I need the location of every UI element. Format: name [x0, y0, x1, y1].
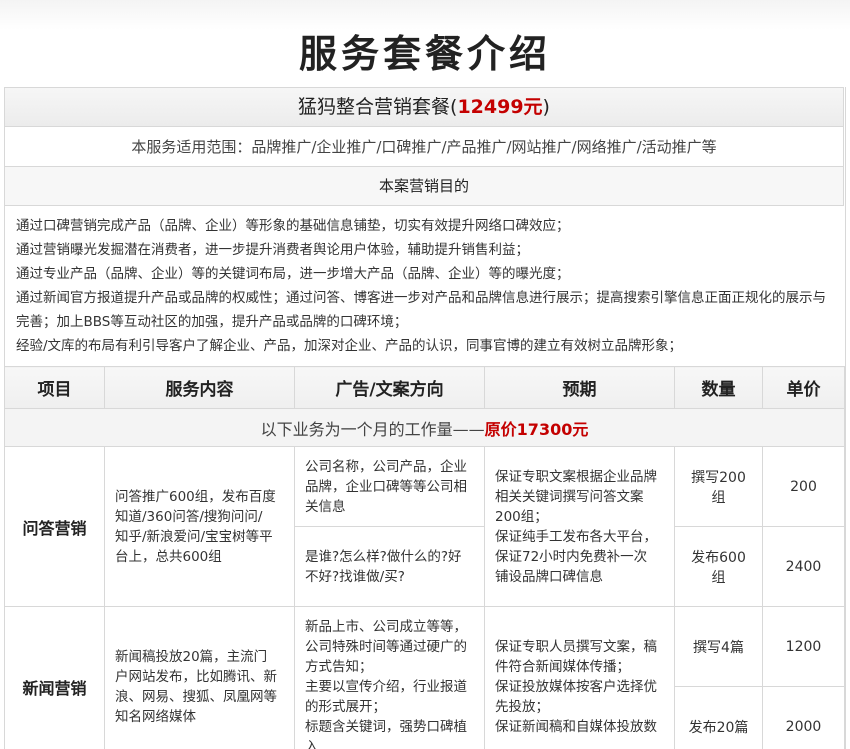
purpose-heading: 本案营销目的 [4, 167, 844, 206]
news-direction-line: 方式告知； [305, 658, 373, 675]
qa-direction-line: 公司名称，公司产品，企业 [305, 458, 467, 475]
page-title: 服务套餐介绍 [298, 32, 551, 76]
news-quantity-1: 撰写4篇 [674, 606, 763, 687]
news-content-line: 新闻稿投放20篇，主流门 [115, 648, 268, 665]
month-note-text: 以下业务为一个月的工作量—— [260, 419, 485, 439]
news-content-line: 户网站发布，比如腾讯、新 [115, 668, 277, 685]
header-unit-price: 单价 [762, 366, 845, 409]
news-expectation: 保证专职人员撰写文案，稿 件符合新闻媒体传播； 保证投放媒体按客户选择优 先投放… [484, 606, 675, 749]
month-note-row: 以下业务为一个月的工作量——原价17300元 [4, 408, 845, 447]
table-header-row: 项目 服务内容 广告/文案方向 预期 数量 单价 [4, 366, 845, 409]
news-content: 新闻稿投放20篇，主流门 户网站发布，比如腾讯、新 浪、网易、搜狐、凤凰网等 知… [104, 606, 295, 749]
qa-expectation-line: 铺设品牌口碑信息 [495, 568, 603, 585]
qa-direction-line: 不好?找谁做/买? [305, 568, 405, 585]
qa-direction-line: 是谁?怎么样?做什么的?好 [305, 548, 462, 565]
qa-direction-2: 是谁?怎么样?做什么的?好 不好?找谁做/买? [294, 526, 485, 607]
qa-direction-line: 关信息 [305, 498, 346, 515]
table-row: 问答营销 问答推广600组，发布百度 知道/360问答/搜狗问问/ 知乎/新浪爱… [4, 446, 845, 607]
qa-content-line: 知乎/新浪爱问/宝宝树等平 [115, 528, 273, 545]
package-title-row: 猛犸整合营销套餐(12499元) [4, 87, 844, 127]
qa-expectation-line: 保证专职文案根据企业品牌 [495, 468, 657, 485]
news-content-line: 知名网络媒体 [115, 708, 196, 725]
news-expectation-line: 保证专职人员撰写文案，稿 [495, 638, 657, 655]
qa-expectation-line: 相关关键词撰写问答文案 [495, 488, 644, 505]
qa-category: 问答营销 [4, 446, 105, 607]
qa-content-line: 台上，总共600组 [115, 548, 222, 565]
package-name-prefix: 猛犸整合营销套餐( [298, 96, 458, 118]
qa-direction-line: 品牌，企业口碑等等公司相 [305, 478, 467, 495]
news-price-2: 2000 [762, 686, 845, 749]
qa-expectation: 保证专职文案根据企业品牌 相关关键词撰写问答文案 200组； 保证纯手工发布各大… [484, 446, 675, 607]
package-name-suffix: ) [542, 96, 550, 118]
news-expectation-line: 先投放； [495, 698, 549, 715]
qa-direction-1: 公司名称，公司产品，企业 品牌，企业口碑等等公司相 关信息 [294, 446, 485, 527]
news-direction-line: 新品上市、公司成立等等， [305, 618, 467, 635]
qa-quantity-1: 撰写200组 [674, 446, 763, 527]
news-direction-line: 的形式展开； [305, 698, 386, 715]
news-direction: 新品上市、公司成立等等， 公司特殊时间等通过硬广的 方式告知； 主要以宣传介绍，… [294, 606, 485, 749]
header-item: 项目 [4, 366, 105, 409]
original-price: 原价17300元 [484, 419, 589, 439]
service-table: 项目 服务内容 广告/文案方向 预期 数量 单价 以下业务为一个月的工作量——原… [4, 366, 845, 749]
news-direction-line: 公司特殊时间等通过硬广的 [305, 638, 467, 655]
news-direction-line: 入 [305, 738, 319, 749]
qa-expectation-line: 保证72小时内免费补一次 [495, 548, 648, 565]
news-content-line: 浪、网易、搜狐、凤凰网等 [115, 688, 277, 705]
service-package-page: 服务套餐介绍 猛犸整合营销套餐(12499元) 本服务适用范围：品牌推广/企业推… [0, 0, 850, 749]
qa-quantity-2: 发布600组 [674, 526, 763, 607]
package-price: 12499元 [457, 96, 543, 118]
qa-price-1: 200 [762, 446, 845, 527]
qa-expectation-line: 保证纯手工发布各大平台， [495, 528, 657, 545]
qa-content-line: 知道/360问答/搜狗问问/ [115, 508, 263, 525]
goal-item: 通过口碑营销完成产品（品牌、企业）等形象的基础信息铺垫，切实有效提升网络口碑效应… [16, 218, 570, 234]
news-direction-line: 主要以宣传介绍，行业报道 [305, 678, 467, 695]
goal-item: 通过专业产品（品牌、企业）等的关键词布局，进一步增大产品（品牌、企业）等的曝光度… [16, 266, 570, 282]
header-expectation: 预期 [484, 366, 675, 409]
qa-content: 问答推广600组，发布百度 知道/360问答/搜狗问问/ 知乎/新浪爱问/宝宝树… [104, 446, 295, 607]
header-content: 服务内容 [104, 366, 295, 409]
table-row: 新闻营销 新闻稿投放20篇，主流门 户网站发布，比如腾讯、新 浪、网易、搜狐、凤… [4, 606, 845, 749]
news-quantity-2: 发布20篇 [674, 686, 763, 749]
news-expectation-line: 保证新闻稿和自媒体投放数 [495, 718, 657, 735]
news-expectation-line: 保证投放媒体按客户选择优 [495, 678, 657, 695]
header-quantity: 数量 [674, 366, 763, 409]
goals-list: 通过口碑营销完成产品（品牌、企业）等形象的基础信息铺垫，切实有效提升网络口碑效应… [16, 214, 836, 358]
qa-price-2: 2400 [762, 526, 845, 607]
news-price-1: 1200 [762, 606, 845, 687]
news-category: 新闻营销 [4, 606, 105, 749]
month-note: 以下业务为一个月的工作量——原价17300元 [4, 408, 845, 447]
qa-content-line: 问答推广600组，发布百度 [115, 488, 276, 505]
service-scope: 本服务适用范围：品牌推广/企业推广/口碑推广/产品推广/网站推广/网络推广/活动… [4, 127, 844, 167]
news-expectation-line: 件符合新闻媒体传播； [495, 658, 630, 675]
goal-item: 经验/文库的布局有利引导客户了解企业、产品，加深对企业、产品的认识，同事官博的建… [16, 338, 683, 354]
qa-expectation-line: 200组； [495, 508, 548, 525]
header-direction: 广告/文案方向 [294, 366, 485, 409]
news-direction-line: 标题含关键词，强势口碑植 [305, 718, 467, 735]
goal-item: 通过新闻官方报道提升产品或品牌的权威性；通过问答、博客进一步对产品和品牌信息进行… [16, 290, 826, 330]
goal-item: 通过营销曝光发掘潜在消费者，进一步提升消费者舆论用户体验，辅助提升销售利益； [16, 242, 529, 258]
